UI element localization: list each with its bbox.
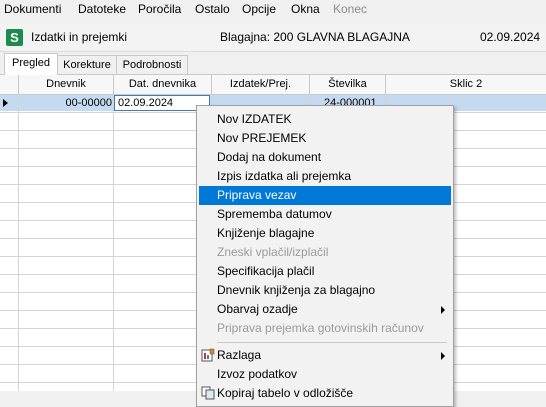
context-menu: Nov IZDATEK Nov PREJEMEK Dodaj na dokume… <box>196 105 454 407</box>
copy-icon <box>201 386 215 400</box>
menu-item-zneski: Zneski vplačil/izplačil <box>199 243 451 262</box>
menu-porocila[interactable]: Poročila <box>138 1 181 17</box>
menu-item-label: Sprememba datumov <box>217 207 332 221</box>
menu-item-specifikacija-placil[interactable]: Specifikacija plačil <box>199 262 451 281</box>
menu-datoteke[interactable]: Datoteke <box>78 1 126 17</box>
report-icon <box>201 348 215 362</box>
column-header-izdatek[interactable]: Izdatek/Prej. <box>212 75 310 94</box>
menu-item-label: Specifikacija plačil <box>217 264 315 278</box>
menu-item-razlaga[interactable]: Razlaga <box>199 346 451 365</box>
menu-item-priprava-vezav[interactable]: Priprava vezav <box>199 186 451 205</box>
menu-item-label: Priprava prejemka gotovinskih računov <box>217 321 424 335</box>
menu-item-izvoz-podatkov[interactable]: Izvoz podatkov <box>199 365 451 384</box>
menu-item-label: Nov IZDATEK <box>217 112 292 126</box>
submenu-arrow-icon <box>441 306 445 314</box>
row-indicator-header <box>0 75 19 94</box>
tab-bar: Pregled Korekture Podrobnosti <box>0 53 546 75</box>
submenu-arrow-icon <box>441 352 445 360</box>
current-date: 02.09.2024 <box>480 30 541 44</box>
menu-item-kopiraj-tabelo[interactable]: Kopiraj tabelo v odložišče <box>199 384 451 403</box>
menu-item-label: Knjiženje blagajne <box>217 226 315 240</box>
menu-item-label: Obarvaj ozadje <box>217 302 298 316</box>
cashbox-label: Blagajna: 200 GLAVNA BLAGAJNA <box>220 30 410 44</box>
tab-korekture[interactable]: Korekture <box>56 55 118 74</box>
cell-datum[interactable]: 02.09.2024 <box>118 95 208 111</box>
menu-item-label: Kopiraj tabelo v odložišče <box>217 386 354 400</box>
menu-okna[interactable]: Okna <box>291 1 320 17</box>
app-logo-icon: S <box>6 29 23 46</box>
menu-item-dnevnik-knjizenja[interactable]: Dnevnik knjiženja za blagajno <box>199 281 451 300</box>
menu-bar: Dokumenti Datoteke Poročila Ostalo Opcij… <box>0 0 546 18</box>
menu-dokumenti[interactable]: Dokumenti <box>4 1 61 17</box>
menu-item-label: Izvoz podatkov <box>217 367 298 381</box>
tab-podrobnosti[interactable]: Podrobnosti <box>116 55 188 74</box>
menu-item-dodaj-na-dokument[interactable]: Dodaj na dokument <box>199 148 451 167</box>
table-header: Dnevnik Dat. dnevnika Izdatek/Prej. Štev… <box>0 75 546 95</box>
menu-item-priprava-prejemka: Priprava prejemka gotovinskih računov <box>199 319 451 338</box>
menu-item-obarvaj-ozadje[interactable]: Obarvaj ozadje <box>199 300 451 319</box>
menu-item-nov-izdatek[interactable]: Nov IZDATEK <box>199 110 451 129</box>
tab-pregled[interactable]: Pregled <box>4 53 58 75</box>
menu-item-izpis[interactable]: Izpis izdatka ali prejemka <box>199 167 451 186</box>
menu-item-label: Priprava vezav <box>217 188 297 202</box>
menu-item-label: Razlaga <box>217 348 262 362</box>
menu-item-nov-prejemek[interactable]: Nov PREJEMEK <box>199 129 451 148</box>
column-header-stevilka[interactable]: Številka <box>310 75 386 94</box>
column-header-datum[interactable]: Dat. dnevnika <box>114 75 212 94</box>
menu-item-label: Izpis izdatka ali prejemka <box>217 169 352 183</box>
window-title-bar: S Izdatki in prejemki Blagajna: 200 GLAV… <box>0 24 546 52</box>
menu-opcije[interactable]: Opcije <box>242 1 276 17</box>
menu-item-knjizenje-blagajne[interactable]: Knjiženje blagajne <box>199 224 451 243</box>
menu-konec[interactable]: Konec <box>333 1 367 17</box>
column-header-sklic[interactable]: Sklic 2 <box>386 75 546 94</box>
cell-dnevnik[interactable]: 00-00000 <box>20 95 113 111</box>
current-row-indicator-icon <box>3 99 8 107</box>
menu-item-sprememba-datumov[interactable]: Sprememba datumov <box>199 205 451 224</box>
menu-item-label: Zneski vplačil/izplačil <box>217 245 329 259</box>
menu-ostalo[interactable]: Ostalo <box>195 1 230 17</box>
menu-item-label: Dodaj na dokument <box>217 150 322 164</box>
window-title: Izdatki in prejemki <box>31 30 128 44</box>
menu-separator <box>217 342 447 343</box>
menu-item-label: Dnevnik knjiženja za blagajno <box>217 283 376 297</box>
column-header-dnevnik[interactable]: Dnevnik <box>19 75 114 94</box>
menu-item-label: Nov PREJEMEK <box>217 131 307 145</box>
